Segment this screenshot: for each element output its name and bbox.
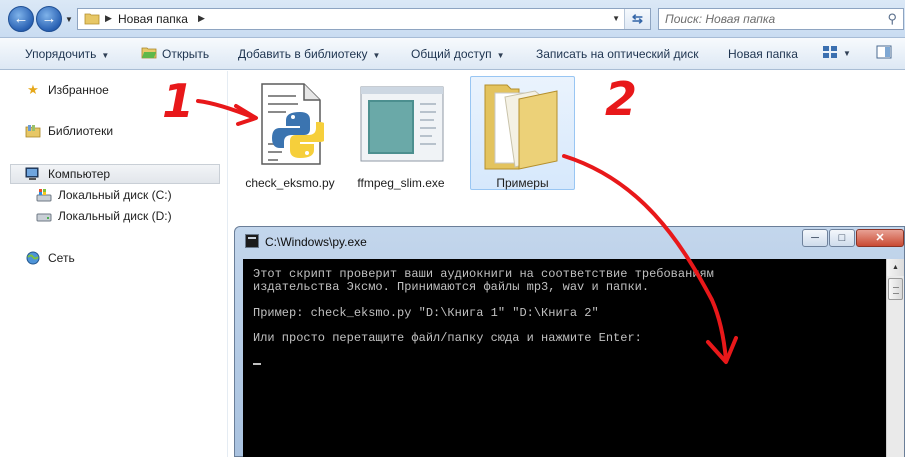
- drive-icon: [36, 213, 52, 222]
- nav-label: Избранное: [48, 83, 109, 97]
- share-label: Общий доступ: [411, 47, 492, 61]
- forward-button[interactable]: →: [36, 6, 62, 32]
- file-item[interactable]: Примеры: [470, 76, 575, 190]
- address-bar-area: ← → ▼ ▶ Новая папка ▶ ▼ ⇆ ⚲: [0, 0, 905, 38]
- preview-pane-icon: [876, 45, 892, 59]
- maximize-button[interactable]: □: [829, 229, 855, 247]
- back-arrow-icon: ←: [13, 10, 29, 27]
- nav-label: Компьютер: [48, 167, 111, 181]
- search-box[interactable]: ⚲: [658, 8, 904, 30]
- command-bar: Упорядочить ▼ Открыть Добавить в библиоте…: [0, 38, 905, 70]
- breadcrumb-separator-icon[interactable]: ▶: [105, 13, 112, 24]
- chevron-down-icon: ▼: [372, 51, 381, 60]
- annotation-number-one: 1: [162, 74, 195, 128]
- folder-icon: [84, 13, 100, 25]
- computer-icon: [25, 167, 39, 180]
- chevron-down-icon: ▼: [101, 51, 110, 60]
- refresh-button[interactable]: ⇆: [624, 9, 650, 29]
- add-to-library-label: Добавить в библиотеку: [238, 47, 368, 61]
- library-icon: [25, 125, 41, 138]
- address-field[interactable]: ▶ Новая папка ▶ ▼ ⇆: [77, 8, 651, 30]
- forward-arrow-icon: →: [41, 10, 57, 27]
- console-window[interactable]: C:\Windows\py.exe ─ □ ✕ Этот скрипт пров…: [234, 226, 905, 457]
- nav-label: Локальный диск (D:): [58, 209, 172, 223]
- console-title: C:\Windows\py.exe: [265, 235, 367, 249]
- breadcrumb-current-folder[interactable]: Новая папка: [118, 12, 188, 26]
- breadcrumb-separator-icon[interactable]: ▶: [198, 13, 205, 24]
- vertical-scrollbar[interactable]: ▲: [886, 259, 904, 457]
- new-folder-button[interactable]: Новая папка: [728, 47, 798, 61]
- close-icon: ✕: [875, 232, 885, 244]
- organize-label: Упорядочить: [25, 47, 97, 61]
- annotation-number-two: 2: [605, 72, 638, 126]
- change-view-button[interactable]: ▼: [822, 45, 851, 62]
- python-file-icon: [261, 83, 324, 165]
- console-line: Или просто перетащите файл/папку сюда и …: [253, 331, 642, 345]
- file-item[interactable]: check_eksmo.py: [238, 78, 342, 190]
- file-name: Примеры: [496, 176, 549, 190]
- maximize-icon: □: [838, 232, 846, 244]
- close-button[interactable]: ✕: [856, 229, 904, 247]
- console-app-icon: [245, 234, 259, 248]
- chevron-down-icon: ▼: [843, 49, 851, 58]
- text-cursor: [253, 363, 261, 365]
- search-icon[interactable]: ⚲: [887, 11, 897, 27]
- console-line: Пример: check_eksmo.py "D:\Книга 1" "D:\…: [253, 306, 599, 320]
- file-name: check_eksmo.py: [245, 176, 335, 190]
- nav-label: Сеть: [48, 251, 75, 265]
- star-icon: ★: [27, 82, 39, 97]
- back-button[interactable]: ←: [8, 6, 34, 32]
- nav-label: Локальный диск (C:): [58, 188, 172, 202]
- file-name: ffmpeg_slim.exe: [357, 176, 445, 190]
- system-drive-icon: [36, 189, 52, 202]
- minimize-button[interactable]: ─: [802, 229, 828, 247]
- scroll-thumb[interactable]: [888, 278, 903, 300]
- nav-item-disk-c[interactable]: Локальный диск (C:): [0, 185, 228, 205]
- nav-item-disk-d[interactable]: Локальный диск (D:): [0, 206, 228, 226]
- open-button[interactable]: Открыть: [141, 47, 209, 61]
- address-history-dropdown-icon[interactable]: ▼: [612, 14, 620, 23]
- network-icon: [26, 251, 40, 265]
- burn-label: Записать на оптический диск: [536, 47, 699, 61]
- file-item[interactable]: ffmpeg_slim.exe: [346, 78, 456, 190]
- exe-window-icon: [360, 86, 444, 162]
- nav-item-network[interactable]: Сеть: [0, 248, 228, 268]
- scroll-up-icon[interactable]: ▲: [887, 259, 904, 276]
- search-input[interactable]: [659, 9, 874, 29]
- minimize-icon: ─: [811, 232, 819, 244]
- chevron-down-icon: ▼: [496, 51, 505, 60]
- open-label: Открыть: [162, 47, 210, 61]
- console-line: издательства Эксмо. Принимаются файлы mp…: [253, 280, 650, 294]
- organize-menu-button[interactable]: Упорядочить ▼: [25, 47, 109, 61]
- console-line: Этот скрипт проверит ваши аудиокниги на …: [253, 267, 714, 281]
- folder-icon: [484, 84, 558, 170]
- add-to-library-menu-button[interactable]: Добавить в библиотеку ▼: [238, 47, 380, 61]
- nav-label: Библиотеки: [48, 124, 114, 138]
- preview-pane-button[interactable]: [876, 45, 892, 62]
- burn-disc-button[interactable]: Записать на оптический диск: [536, 47, 699, 61]
- new-folder-label: Новая папка: [728, 47, 798, 61]
- share-menu-button[interactable]: Общий доступ ▼: [411, 47, 505, 61]
- view-grid-icon: [823, 46, 837, 58]
- navigation-pane: ★ Избранное Библиотеки Компьютер Локальн…: [0, 71, 228, 457]
- nav-item-computer[interactable]: Компьютер: [10, 164, 220, 184]
- console-output[interactable]: Этот скрипт проверит ваши аудиокниги на …: [243, 259, 886, 457]
- open-folder-icon: [141, 47, 157, 59]
- recent-pages-dropdown-icon[interactable]: ▼: [65, 15, 73, 24]
